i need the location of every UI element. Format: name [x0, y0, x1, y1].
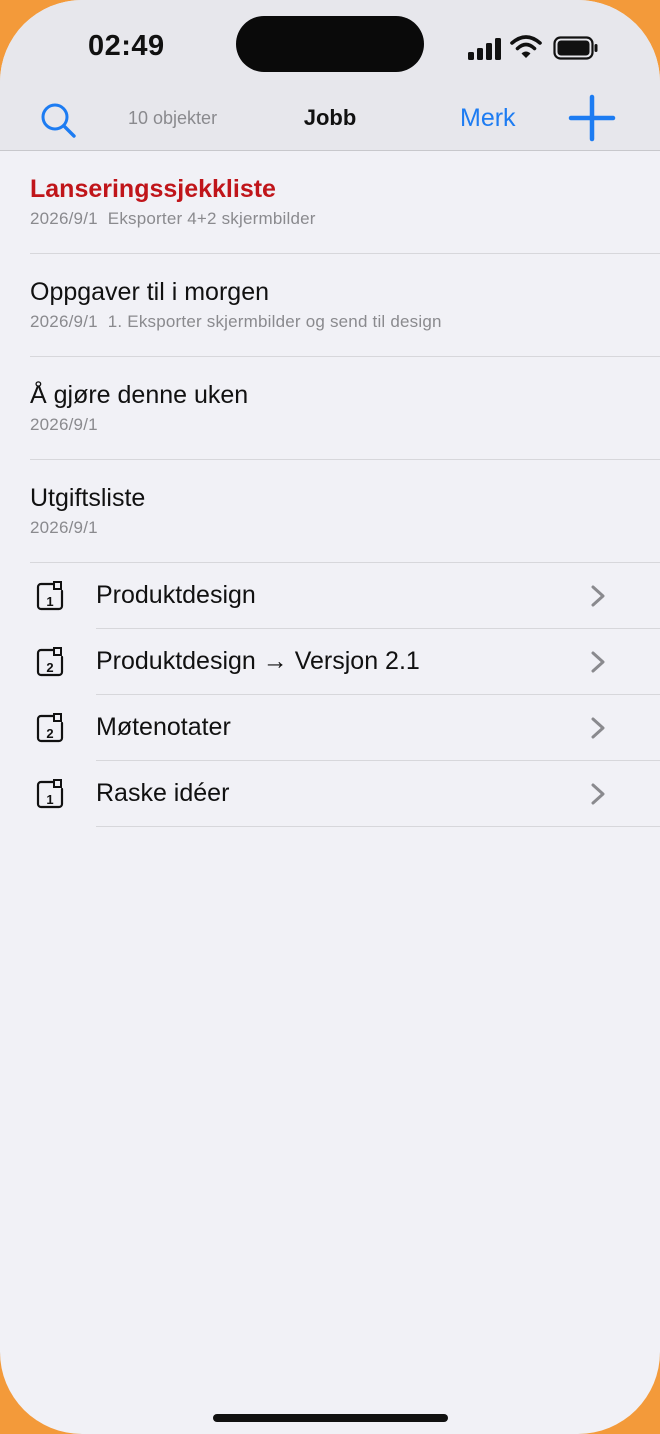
chevron-right-icon [591, 717, 605, 739]
folder-label: Raske idéer [96, 779, 230, 807]
note-title: Oppgaver til i morgen [30, 278, 270, 306]
chevron-right-icon [591, 651, 605, 673]
folder-icon: 2 [36, 647, 64, 677]
note-preview: Eksporter 4+2 skjermbilder [107, 209, 316, 228]
chevron-right-icon [591, 783, 605, 805]
device-frame: 02:49 10 objekter Jobb Merk Lanseringssj… [0, 0, 660, 1434]
page-title: Jobb [303, 105, 357, 130]
folder-icon: 1 [36, 779, 64, 809]
note-row[interactable]: Utgiftsliste 2026/9/1 [30, 460, 660, 563]
folder-row[interactable]: 2 Produktdesign → Versjon 2.1 [0, 629, 660, 695]
note-date: 2026/9/1 [30, 518, 98, 537]
note-title: Lanseringssjekkliste [30, 175, 276, 203]
folder-icon: 2 [36, 713, 64, 743]
folder-badge: 1 [46, 792, 53, 807]
note-row[interactable]: Å gjøre denne uken 2026/9/1 [30, 357, 660, 460]
note-date: 2026/9/1 [30, 209, 98, 228]
status-bar: 02:49 [0, 0, 660, 90]
plus-icon[interactable] [568, 94, 616, 142]
note-subtitle: 2026/9/1 [30, 415, 98, 435]
battery-icon [553, 36, 598, 60]
note-date: 2026/9/1 [30, 312, 98, 331]
note-date: 2026/9/1 [30, 415, 98, 434]
home-indicator[interactable] [213, 1414, 448, 1422]
dynamic-island [236, 16, 424, 72]
chevron-right-icon [591, 585, 605, 607]
folder-row[interactable]: 1 Raske idéer [0, 761, 660, 827]
folder-badge: 2 [46, 726, 53, 741]
folder-label: Produktdesign [96, 581, 256, 609]
note-subtitle: 2026/9/1 1. Eksporter skjermbilder og sen… [30, 312, 442, 332]
select-button[interactable]: Merk [460, 104, 516, 133]
wifi-icon [510, 35, 542, 58]
note-title: Å gjøre denne uken [30, 381, 249, 409]
note-subtitle: 2026/9/1 [30, 518, 98, 538]
divider [96, 826, 660, 827]
note-row[interactable]: Oppgaver til i morgen 2026/9/1 1. Eksport… [30, 254, 660, 357]
folder-icon: 1 [36, 581, 64, 611]
note-title: Utgiftsliste [30, 484, 146, 512]
status-time: 02:49 [88, 30, 165, 62]
folder-label: Møtenotater [96, 713, 231, 741]
folder-label: Produktdesign → Versjon 2.1 [96, 647, 420, 675]
signal-icon [468, 38, 501, 60]
folder-badge: 1 [46, 594, 53, 609]
screen: 02:49 10 objekter Jobb Merk Lanseringssj… [0, 0, 660, 1434]
note-subtitle: 2026/9/1 Eksporter 4+2 skjermbilder [30, 209, 316, 229]
notes-list: Lanseringssjekkliste 2026/9/1 Eksporter 4… [0, 151, 660, 827]
search-icon[interactable] [38, 100, 78, 140]
item-count: 10 objekter [128, 108, 218, 128]
note-preview: 1. Eksporter skjermbilder og send til de… [107, 312, 442, 331]
nav-bar: 10 objekter Jobb Merk [0, 90, 660, 151]
folder-row[interactable]: 2 Møtenotater [0, 695, 660, 761]
note-row[interactable]: Lanseringssjekkliste 2026/9/1 Eksporter 4… [30, 151, 660, 254]
folder-row[interactable]: 1 Produktdesign [0, 563, 660, 629]
folder-badge: 2 [46, 660, 53, 675]
